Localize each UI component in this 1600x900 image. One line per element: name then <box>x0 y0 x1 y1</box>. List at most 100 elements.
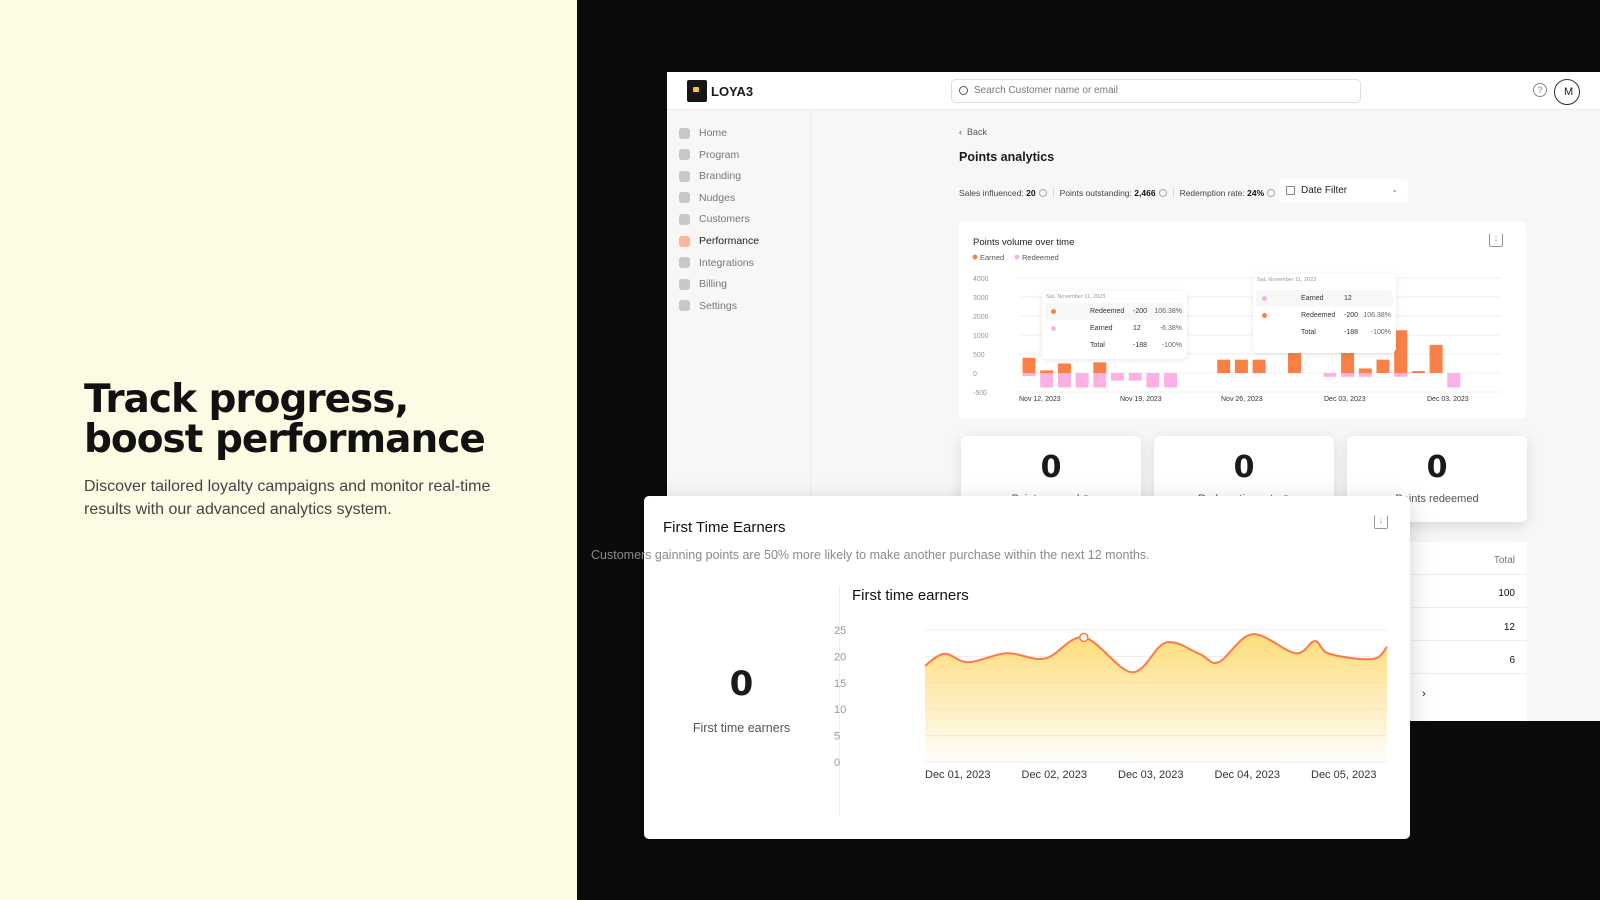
earned-bar[interactable] <box>1252 359 1266 373</box>
sidebar-item-settings[interactable]: Settings <box>679 300 737 312</box>
area-fill <box>925 634 1387 762</box>
table-cell: 12 <box>1503 622 1515 633</box>
earned-bar[interactable] <box>1057 363 1071 374</box>
redeemed-bar[interactable] <box>1358 373 1372 377</box>
redeemed-bar[interactable] <box>1111 373 1124 381</box>
tooltip-row: Total -188 -100% <box>1301 329 1391 336</box>
redeemed-bar[interactable] <box>1057 373 1071 388</box>
sidebar-item-billing[interactable]: Billing <box>679 278 727 290</box>
column-header-total: Total <box>1493 555 1515 566</box>
tooltip-row: Redeemed -200 106.38% <box>1045 303 1184 320</box>
x-tick-label: Dec 02, 2023 <box>1022 769 1087 781</box>
stat-sales-influenced: Sales influenced: 20 <box>959 188 1047 198</box>
sidebar-item-label: Program <box>699 148 740 161</box>
face-icon <box>679 213 690 225</box>
sidebar-item-label: Branding <box>699 170 742 183</box>
y-tick-label: 0 <box>973 371 977 378</box>
hero-description: Discover tailored loyalty campaigns and … <box>84 478 491 518</box>
redeemed-bar[interactable] <box>1323 373 1337 377</box>
earned-bar[interactable] <box>1429 344 1443 373</box>
brand-name: LOYA3 <box>711 83 754 99</box>
logo[interactable]: LOYA3 <box>687 80 753 102</box>
x-tick-label: Dec 03, 2023 <box>1427 396 1469 403</box>
page-title: Points analytics <box>959 150 1055 164</box>
redeemed-bar[interactable] <box>1093 373 1107 388</box>
kpi-value: 0 <box>1040 450 1062 485</box>
date-filter-dropdown[interactable]: Date Filter ⌄ <box>1279 179 1408 203</box>
sidebar-item-home[interactable]: Home <box>679 127 727 139</box>
y-tick-label: 500 <box>973 352 985 359</box>
avatar[interactable]: M <box>1554 79 1580 105</box>
y-tick-label: -500 <box>973 390 987 397</box>
table-cell: 6 <box>1509 655 1515 666</box>
grid-icon <box>679 257 690 269</box>
x-tick-label: Dec 04, 2023 <box>1215 769 1280 781</box>
top-header: LOYA3 Search Customer name or email ? M <box>667 72 1600 110</box>
nudge-icon <box>679 192 690 204</box>
hero-title: Track progress, boost performance <box>84 377 486 462</box>
earned-bar[interactable] <box>1376 359 1390 373</box>
info-icon[interactable] <box>1158 189 1167 198</box>
sidebar-item-label: Customers <box>699 213 750 226</box>
download-icon[interactable]: ↓ <box>1489 233 1503 247</box>
redeemed-bar[interactable] <box>1128 373 1142 381</box>
y-tick-label: 20 <box>834 651 846 663</box>
hero-line-1: Track progress, <box>84 377 409 422</box>
redeemed-bar[interactable] <box>1164 373 1178 388</box>
sidebar-item-program[interactable]: Program <box>679 149 739 161</box>
x-tick-label: Dec 05, 2023 <box>1311 769 1376 781</box>
back-link[interactable]: ‹ Back <box>959 127 987 137</box>
back-label: Back <box>967 127 988 137</box>
legend-marker <box>1014 254 1020 260</box>
legend-label: Redeemed <box>1022 253 1059 262</box>
x-tick-label: Nov 26, 2023 <box>1221 396 1263 403</box>
calendar-icon <box>1286 186 1295 195</box>
hero-line-2: boost performance <box>84 417 486 462</box>
sidebar-item-integrations[interactable]: Integrations <box>679 257 754 269</box>
x-tick-label: Nov 12, 2023 <box>1019 396 1061 403</box>
x-tick-label: Nov 19, 2023 <box>1120 396 1162 403</box>
earned-bar[interactable] <box>1040 370 1054 373</box>
info-icon[interactable] <box>1038 189 1047 198</box>
y-tick-label: 3000 <box>973 295 989 302</box>
help-icon[interactable]: ? <box>1533 83 1547 97</box>
sidebar-item-label: Integrations <box>699 256 754 269</box>
stat-points-outstanding: Points outstanding: 2,466 <box>1060 188 1167 198</box>
tooltip-row: Earned 12 -6.38% <box>1045 320 1184 337</box>
sidebar-item-branding[interactable]: Branding <box>679 170 741 182</box>
redeemed-bar[interactable] <box>1146 373 1160 388</box>
redeemed-bar[interactable] <box>1040 373 1054 388</box>
redeemed-bar[interactable] <box>1341 373 1355 377</box>
info-icon[interactable] <box>1267 189 1276 198</box>
gear-icon <box>679 300 690 312</box>
redeemed-bar[interactable] <box>1447 373 1461 388</box>
earned-bar[interactable] <box>1411 371 1425 373</box>
search-input[interactable]: Search Customer name or email <box>951 79 1361 103</box>
redeemed-bar[interactable] <box>1394 373 1408 377</box>
redeemed-bar[interactable] <box>1022 373 1036 377</box>
sidebar-item-label: Home <box>699 127 728 139</box>
redeemed-bar[interactable] <box>1075 373 1089 388</box>
kpi-value: 0 <box>1426 450 1448 485</box>
earned-bar[interactable] <box>1093 362 1107 373</box>
data-point-marker[interactable] <box>1079 632 1089 643</box>
y-tick-label: 15 <box>834 678 846 690</box>
earned-bar[interactable] <box>1022 357 1036 373</box>
tooltip-row: Earned 12 <box>1256 290 1393 307</box>
search-icon <box>959 86 968 95</box>
sidebar-item-performance[interactable]: Performance <box>679 235 759 247</box>
tooltip-row: Total -188 -100% <box>1090 342 1182 349</box>
table-cell: 100 <box>1498 588 1515 599</box>
earned-bar[interactable] <box>1358 368 1372 373</box>
y-tick-label: 2000 <box>973 314 989 321</box>
logo-mark-icon <box>687 80 707 102</box>
earned-bar[interactable] <box>1234 359 1248 373</box>
sidebar-item-label: Nudges <box>699 191 736 204</box>
earned-bar[interactable] <box>1394 330 1408 373</box>
x-tick-label: Dec 03, 2023 <box>1324 396 1366 403</box>
sidebar-item-customers[interactable]: Customers <box>679 213 750 225</box>
next-page-button[interactable]: › <box>1422 688 1426 700</box>
earned-bar[interactable] <box>1217 359 1231 373</box>
sidebar-item-nudges[interactable]: Nudges <box>679 192 735 204</box>
stat-redemption-rate: Redemption rate: 24% <box>1180 188 1276 198</box>
